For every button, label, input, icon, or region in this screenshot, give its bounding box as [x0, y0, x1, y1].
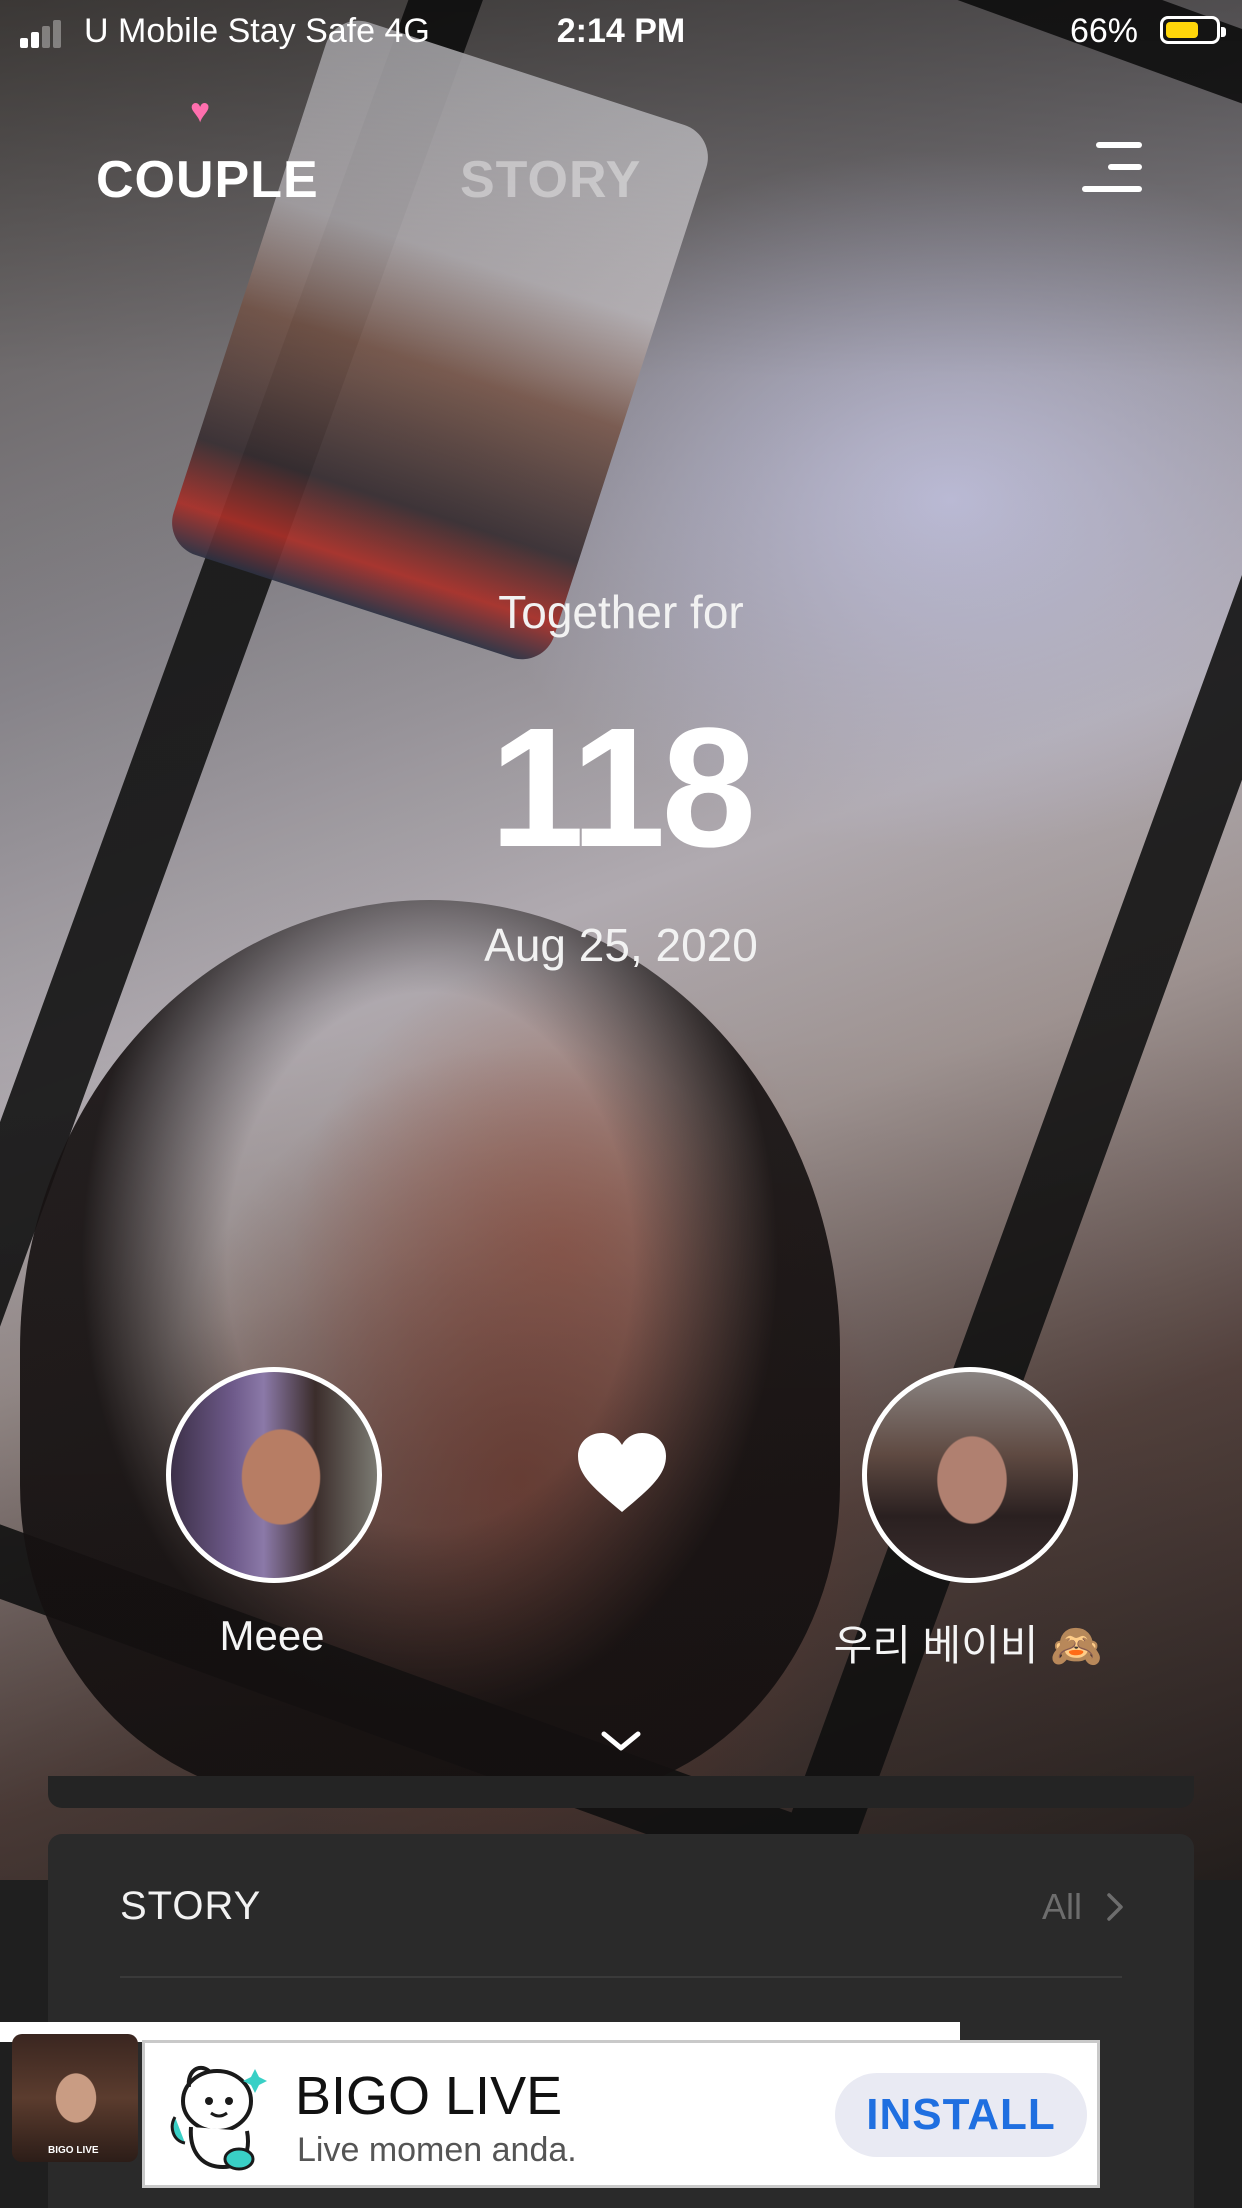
together-label: Together for — [498, 586, 744, 638]
ad-title: BIGO LIVE — [295, 2066, 563, 2126]
story-all-link[interactable]: All — [1042, 1886, 1082, 1928]
partner-name-left[interactable]: Meee — [92, 1612, 452, 1660]
install-button[interactable]: INSTALL — [835, 2073, 1087, 2157]
tab-couple[interactable]: COUPLE — [96, 150, 319, 210]
days-count[interactable]: 118 — [0, 690, 1242, 886]
avatar-left[interactable] — [166, 1367, 382, 1583]
divider — [120, 1976, 1122, 1978]
avatar-right[interactable] — [862, 1367, 1078, 1583]
chevron-right-icon[interactable] — [1106, 1892, 1124, 1922]
start-date[interactable]: Aug 25, 2020 — [0, 918, 1242, 972]
battery-percent: 66% — [1069, 12, 1138, 50]
tab-story[interactable]: STORY — [460, 150, 641, 210]
heart-icon — [578, 1433, 666, 1512]
story-section-title: STORY — [120, 1884, 262, 1928]
chevron-down-icon[interactable] — [598, 1726, 644, 1756]
battery-icon — [1160, 16, 1226, 44]
menu-icon[interactable] — [1078, 142, 1142, 194]
active-tab-heart-icon: ♥ — [190, 92, 211, 130]
collapsed-card — [48, 1776, 1194, 1808]
partner-name-right[interactable]: 우리 베이비 🙈 — [788, 1612, 1148, 1673]
clock: 2:14 PM — [556, 12, 686, 50]
status-bar: U Mobile Stay Safe 4G 2:14 PM 66% — [0, 0, 1242, 62]
ad-thumbnail-mark: BIGO LIVE — [48, 2145, 99, 2156]
ad-banner[interactable]: BIGO LIVE Live momen anda. INSTALL — [142, 2040, 1100, 2188]
ad-banner-edge — [0, 2022, 960, 2042]
ad-thumbnail[interactable]: BIGO LIVE — [12, 2034, 138, 2162]
ad-subtitle: Live momen anda. — [297, 2131, 577, 2169]
bigo-mascot-icon — [170, 2065, 267, 2171]
